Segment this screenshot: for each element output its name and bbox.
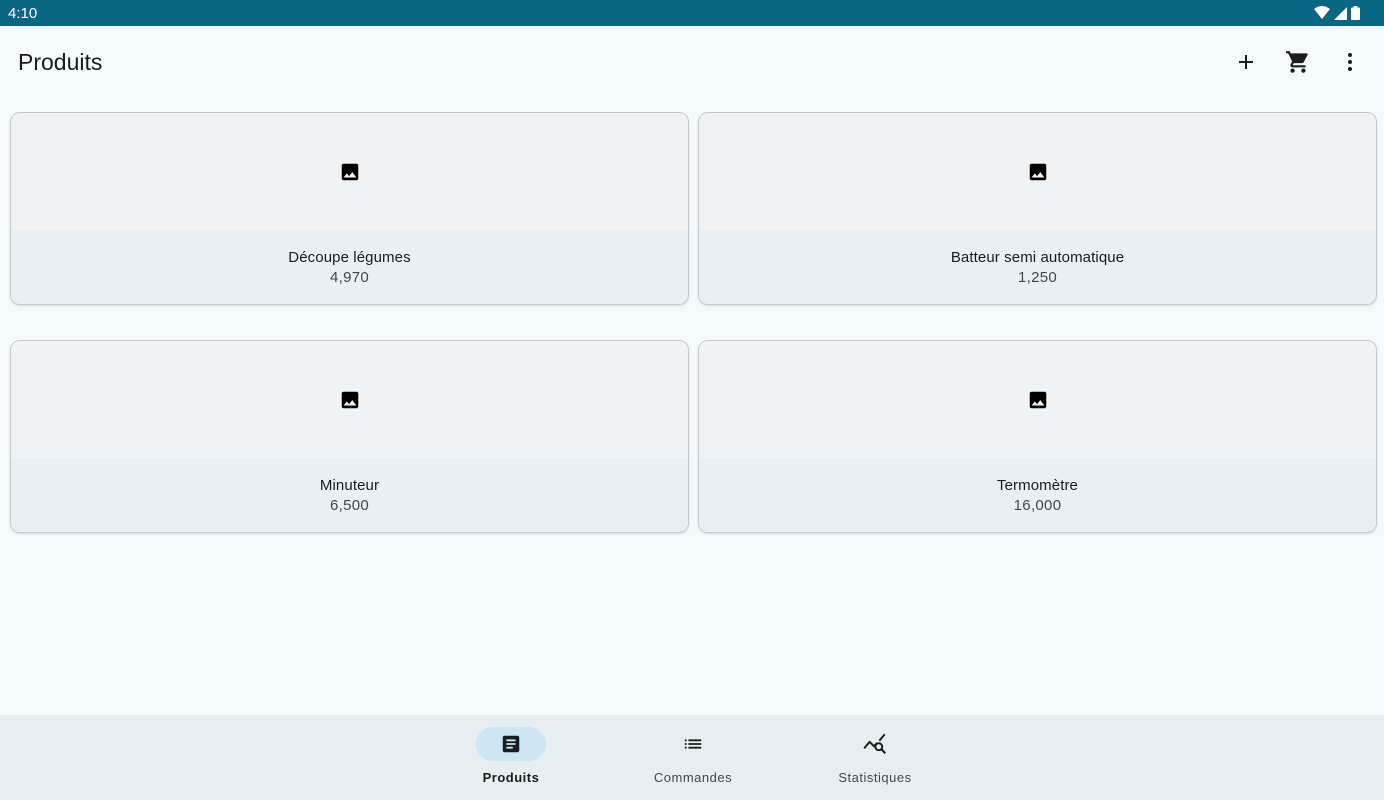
page-title: Produits	[18, 48, 103, 75]
nav-item-commandes[interactable]: Commandes	[623, 727, 763, 791]
list-icon	[684, 739, 702, 749]
product-name: Minuteur	[319, 476, 380, 494]
bottom-navigation: Produits Commandes Statistiques	[0, 715, 1384, 800]
product-card[interactable]: Batteur semi automatique 1,250	[698, 112, 1377, 305]
nav-icon-container	[658, 727, 728, 761]
product-card[interactable]: Termomètre 16,000	[698, 340, 1377, 533]
product-info: Batteur semi automatique 1,250	[699, 230, 1376, 304]
product-grid: Découpe légumes 4,970 Batteur semi autom…	[10, 112, 1377, 533]
more-vert-icon	[1348, 53, 1352, 71]
query-stats-icon	[863, 733, 887, 754]
image-placeholder-icon	[1029, 391, 1046, 408]
nav-label: Produits	[482, 770, 540, 785]
product-info: Découpe légumes 4,970	[11, 230, 688, 304]
product-name: Découpe légumes	[288, 248, 411, 266]
nav-active-indicator	[476, 727, 546, 761]
cell-signal-icon	[1334, 6, 1347, 20]
nav-item-statistiques[interactable]: Statistiques	[805, 727, 945, 791]
image-placeholder-icon	[341, 163, 358, 180]
battery-icon	[1351, 6, 1360, 20]
add-product-button[interactable]	[1222, 38, 1270, 86]
wifi-icon	[1314, 6, 1330, 19]
product-image	[699, 113, 1376, 230]
product-image	[11, 341, 688, 458]
status-icons	[1314, 6, 1360, 20]
cart-icon	[1286, 51, 1308, 73]
status-time: 4:10	[8, 4, 38, 22]
product-price: 6,500	[329, 496, 370, 514]
top-bar-actions	[1222, 38, 1374, 86]
add-icon	[1239, 55, 1253, 69]
nav-item-produits[interactable]: Produits	[441, 727, 581, 791]
product-price: 16,000	[1013, 496, 1062, 514]
product-card[interactable]: Minuteur 6,500	[10, 340, 689, 533]
status-bar: 4:10	[0, 0, 1384, 26]
product-image	[699, 341, 1376, 458]
top-app-bar: Produits	[0, 26, 1384, 98]
image-placeholder-icon	[1029, 163, 1046, 180]
product-image	[11, 113, 688, 230]
image-placeholder-icon	[341, 391, 358, 408]
more-options-button[interactable]	[1326, 38, 1374, 86]
product-name: Termomètre	[996, 476, 1079, 494]
product-info: Termomètre 16,000	[699, 458, 1376, 532]
nav-label: Statistiques	[838, 770, 912, 785]
product-info: Minuteur 6,500	[11, 458, 688, 532]
product-card[interactable]: Découpe légumes 4,970	[10, 112, 689, 305]
product-name: Batteur semi automatique	[950, 248, 1125, 266]
article-icon	[502, 735, 520, 753]
product-price: 4,970	[329, 268, 370, 286]
cart-button[interactable]	[1274, 38, 1322, 86]
product-price: 1,250	[1017, 268, 1058, 286]
nav-icon-container	[840, 727, 910, 761]
nav-label: Commandes	[653, 770, 733, 785]
